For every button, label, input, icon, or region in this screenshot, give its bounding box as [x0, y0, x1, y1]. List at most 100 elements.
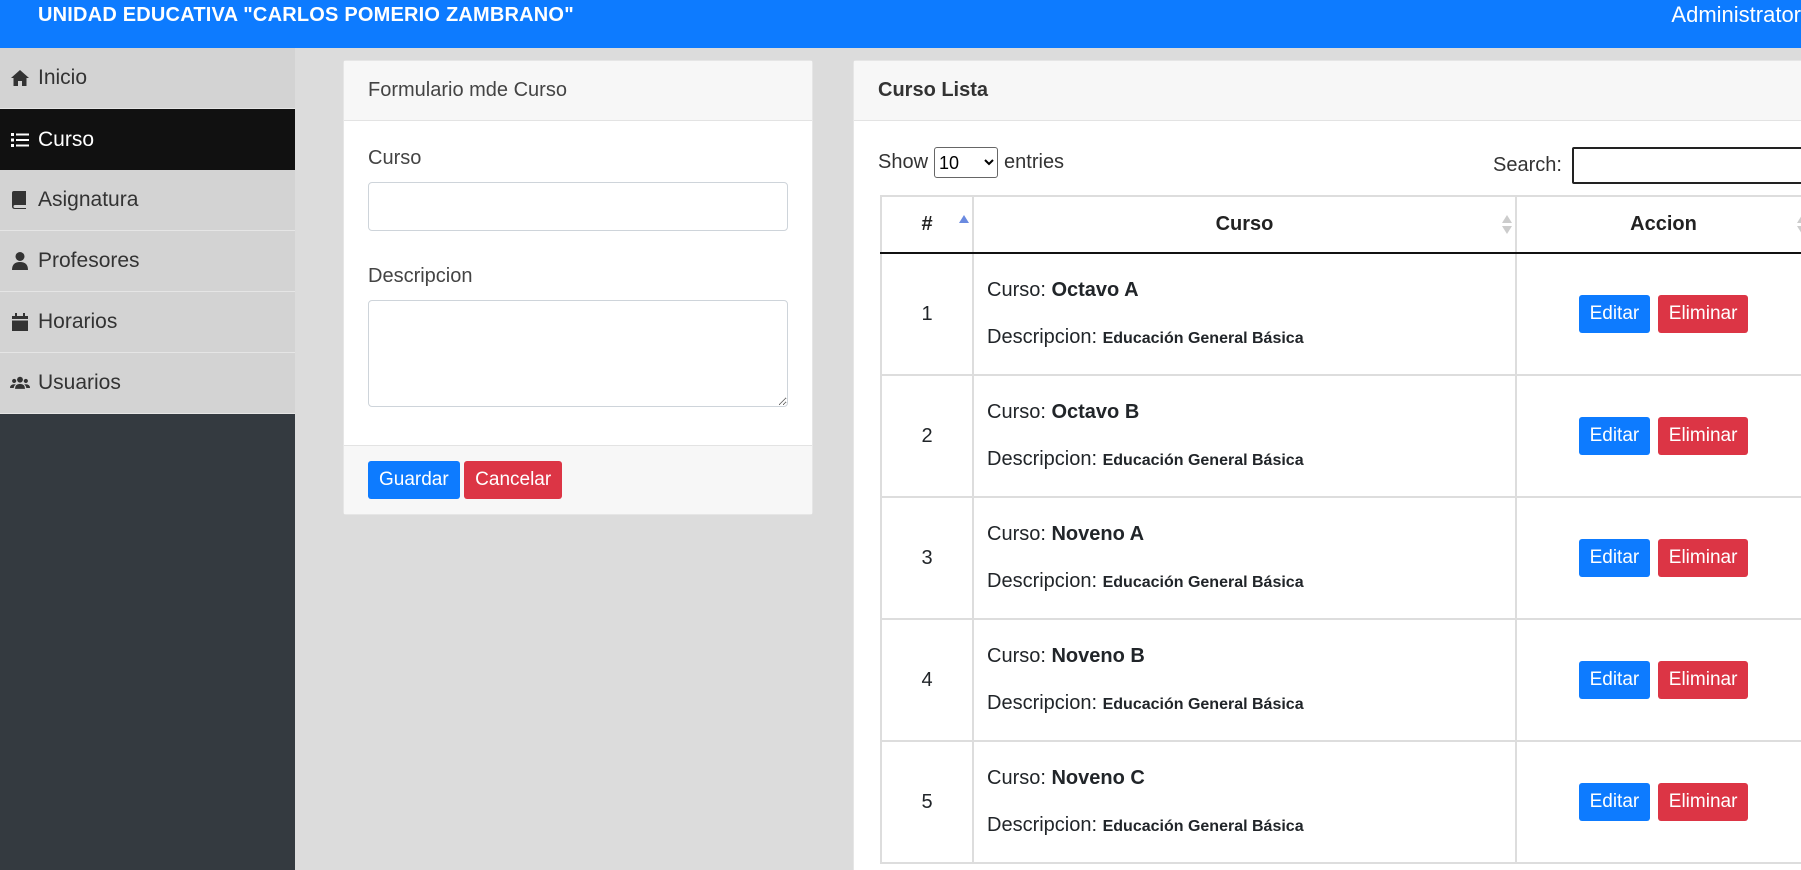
entries-select[interactable]: 10: [934, 147, 999, 178]
curso-name: Octavo A: [1051, 279, 1139, 301]
sidebar-item-label: Horarios: [38, 310, 118, 333]
sidebar-item-profesores[interactable]: Profesores: [0, 231, 295, 292]
sidebar-item-horarios[interactable]: Horarios: [0, 292, 295, 353]
edit-button[interactable]: Editar: [1578, 661, 1651, 699]
list-card-title: Curso Lista: [854, 61, 1801, 121]
action-cell: Editar Eliminar: [1515, 740, 1801, 864]
sort-asc-icon: [954, 215, 969, 235]
show-entries: Show 10 entries: [878, 147, 1064, 178]
edit-button[interactable]: Editar: [1578, 539, 1651, 577]
column-header-label: Curso: [1215, 213, 1274, 235]
row-number: 2: [880, 374, 974, 498]
school-title: UNIDAD EDUCATIVA "CARLOS POMERIO ZAMBRAN…: [38, 4, 574, 26]
table-row: 4 Curso: Noveno B Descripcion: Educación G…: [880, 618, 1801, 742]
curso-input[interactable]: [368, 182, 788, 231]
entries-label: entries: [1004, 151, 1065, 173]
search-input[interactable]: [1571, 147, 1801, 184]
table-row: 3 Curso: Noveno A Descripcion: Educación G…: [880, 496, 1801, 620]
table-header-row: # Curso Accion: [880, 195, 1801, 254]
form-footer: Guardar Cancelar: [344, 445, 812, 514]
sort-icon: [1792, 215, 1801, 235]
curso-cell: Curso: Noveno C Descripcion: Educación Ge…: [972, 740, 1517, 864]
calendar-icon: [8, 311, 32, 333]
table-row: 2 Curso: Octavo B Descripcion: Educación G…: [880, 374, 1801, 498]
datatable-controls: Show 10 entries Search:: [854, 121, 1801, 195]
action-cell: Editar Eliminar: [1515, 496, 1801, 620]
sidebar-item-asignatura[interactable]: Asignatura: [0, 170, 295, 231]
curso-line: Curso: Noveno B: [987, 645, 1515, 668]
descripcion-value: Educación General Básica: [1102, 696, 1304, 713]
column-header-num[interactable]: #: [880, 195, 974, 254]
row-number: 4: [880, 618, 974, 742]
sidebar-item-label: Profesores: [38, 249, 140, 272]
delete-button[interactable]: Eliminar: [1657, 783, 1749, 821]
descripcion-prefix: Descripcion:: [987, 692, 1098, 714]
curso-line: Curso: Noveno A: [987, 523, 1515, 546]
action-cell: Editar Eliminar: [1515, 618, 1801, 742]
sidebar-item-inicio[interactable]: Inicio: [0, 48, 295, 109]
users-icon: [8, 372, 32, 394]
delete-button[interactable]: Eliminar: [1657, 417, 1749, 455]
row-number: 1: [880, 252, 974, 376]
sidebar-item-label: Asignatura: [38, 188, 139, 211]
curso-table: # Curso Accion 1 Curso: Octavo A Descripci…: [880, 195, 1801, 864]
curso-label: Curso: [368, 147, 422, 169]
curso-line: Curso: Noveno C: [987, 767, 1515, 790]
descripcion-textarea[interactable]: [368, 300, 788, 407]
sidebar-nav: Inicio Curso Asignatura Profesores Horar…: [0, 48, 295, 414]
descripcion-label: Descripcion: [368, 265, 473, 287]
sort-icon: [1497, 215, 1512, 235]
table-row: 1 Curso: Octavo A Descripcion: Educación G…: [880, 252, 1801, 376]
delete-button[interactable]: Eliminar: [1657, 661, 1749, 699]
action-cell: Editar Eliminar: [1515, 252, 1801, 376]
descripcion-line: Descripcion: Educación General Básica: [987, 570, 1515, 593]
descripcion-line: Descripcion: Educación General Básica: [987, 814, 1515, 837]
column-header-label: #: [921, 213, 933, 235]
edit-button[interactable]: Editar: [1578, 783, 1651, 821]
descripcion-line: Descripcion: Educación General Básica: [987, 326, 1515, 349]
curso-prefix: Curso:: [987, 279, 1046, 301]
descripcion-line: Descripcion: Educación General Básica: [987, 692, 1515, 715]
descripcion-line: Descripcion: Educación General Básica: [987, 448, 1515, 471]
search-box: Search:: [1493, 147, 1801, 184]
sidebar: Inicio Curso Asignatura Profesores Horar…: [0, 48, 295, 870]
table-row: 5 Curso: Noveno C Descripcion: Educación G…: [880, 740, 1801, 864]
action-cell: Editar Eliminar: [1515, 374, 1801, 498]
column-header-accion[interactable]: Accion: [1515, 195, 1801, 254]
top-navbar: UNIDAD EDUCATIVA "CARLOS POMERIO ZAMBRAN…: [0, 0, 1801, 48]
descripcion-value: Educación General Básica: [1102, 574, 1304, 591]
descripcion-prefix: Descripcion:: [987, 326, 1098, 348]
user-menu[interactable]: Administrator: [1671, 2, 1801, 28]
curso-name: Noveno B: [1051, 645, 1145, 667]
curso-cell: Curso: Noveno B Descripcion: Educación Ge…: [972, 618, 1517, 742]
sidebar-item-usuarios[interactable]: Usuarios: [0, 353, 295, 414]
table-body: 1 Curso: Octavo A Descripcion: Educación G…: [880, 252, 1801, 864]
curso-cell: Curso: Octavo B Descripcion: Educación Ge…: [972, 374, 1517, 498]
show-label: Show: [878, 151, 929, 173]
save-button[interactable]: Guardar: [368, 461, 460, 499]
curso-prefix: Curso:: [987, 401, 1046, 423]
curso-list-card: Curso Lista Show 10 entries Search: # Cu…: [853, 60, 1801, 870]
curso-line: Curso: Octavo A: [987, 279, 1515, 302]
curso-prefix: Curso:: [987, 523, 1046, 545]
curso-name: Noveno C: [1051, 767, 1145, 789]
row-number: 5: [880, 740, 974, 864]
book-icon: [8, 189, 32, 211]
sidebar-item-curso[interactable]: Curso: [0, 109, 295, 170]
sidebar-item-label: Curso: [38, 127, 95, 151]
form-card-title: Formulario mde Curso: [344, 61, 812, 121]
descripcion-prefix: Descripcion:: [987, 814, 1098, 836]
row-number: 3: [880, 496, 974, 620]
curso-name: Octavo B: [1051, 401, 1140, 423]
descripcion-value: Educación General Básica: [1102, 818, 1304, 835]
curso-prefix: Curso:: [987, 645, 1046, 667]
delete-button[interactable]: Eliminar: [1657, 295, 1749, 333]
edit-button[interactable]: Editar: [1578, 417, 1651, 455]
edit-button[interactable]: Editar: [1578, 295, 1651, 333]
descripcion-prefix: Descripcion:: [987, 448, 1098, 470]
column-header-label: Accion: [1630, 213, 1697, 235]
column-header-curso[interactable]: Curso: [972, 195, 1517, 254]
curso-form-card: Formulario mde Curso Curso Descripcion G…: [343, 60, 813, 515]
cancel-button[interactable]: Cancelar: [464, 461, 563, 499]
delete-button[interactable]: Eliminar: [1657, 539, 1749, 577]
